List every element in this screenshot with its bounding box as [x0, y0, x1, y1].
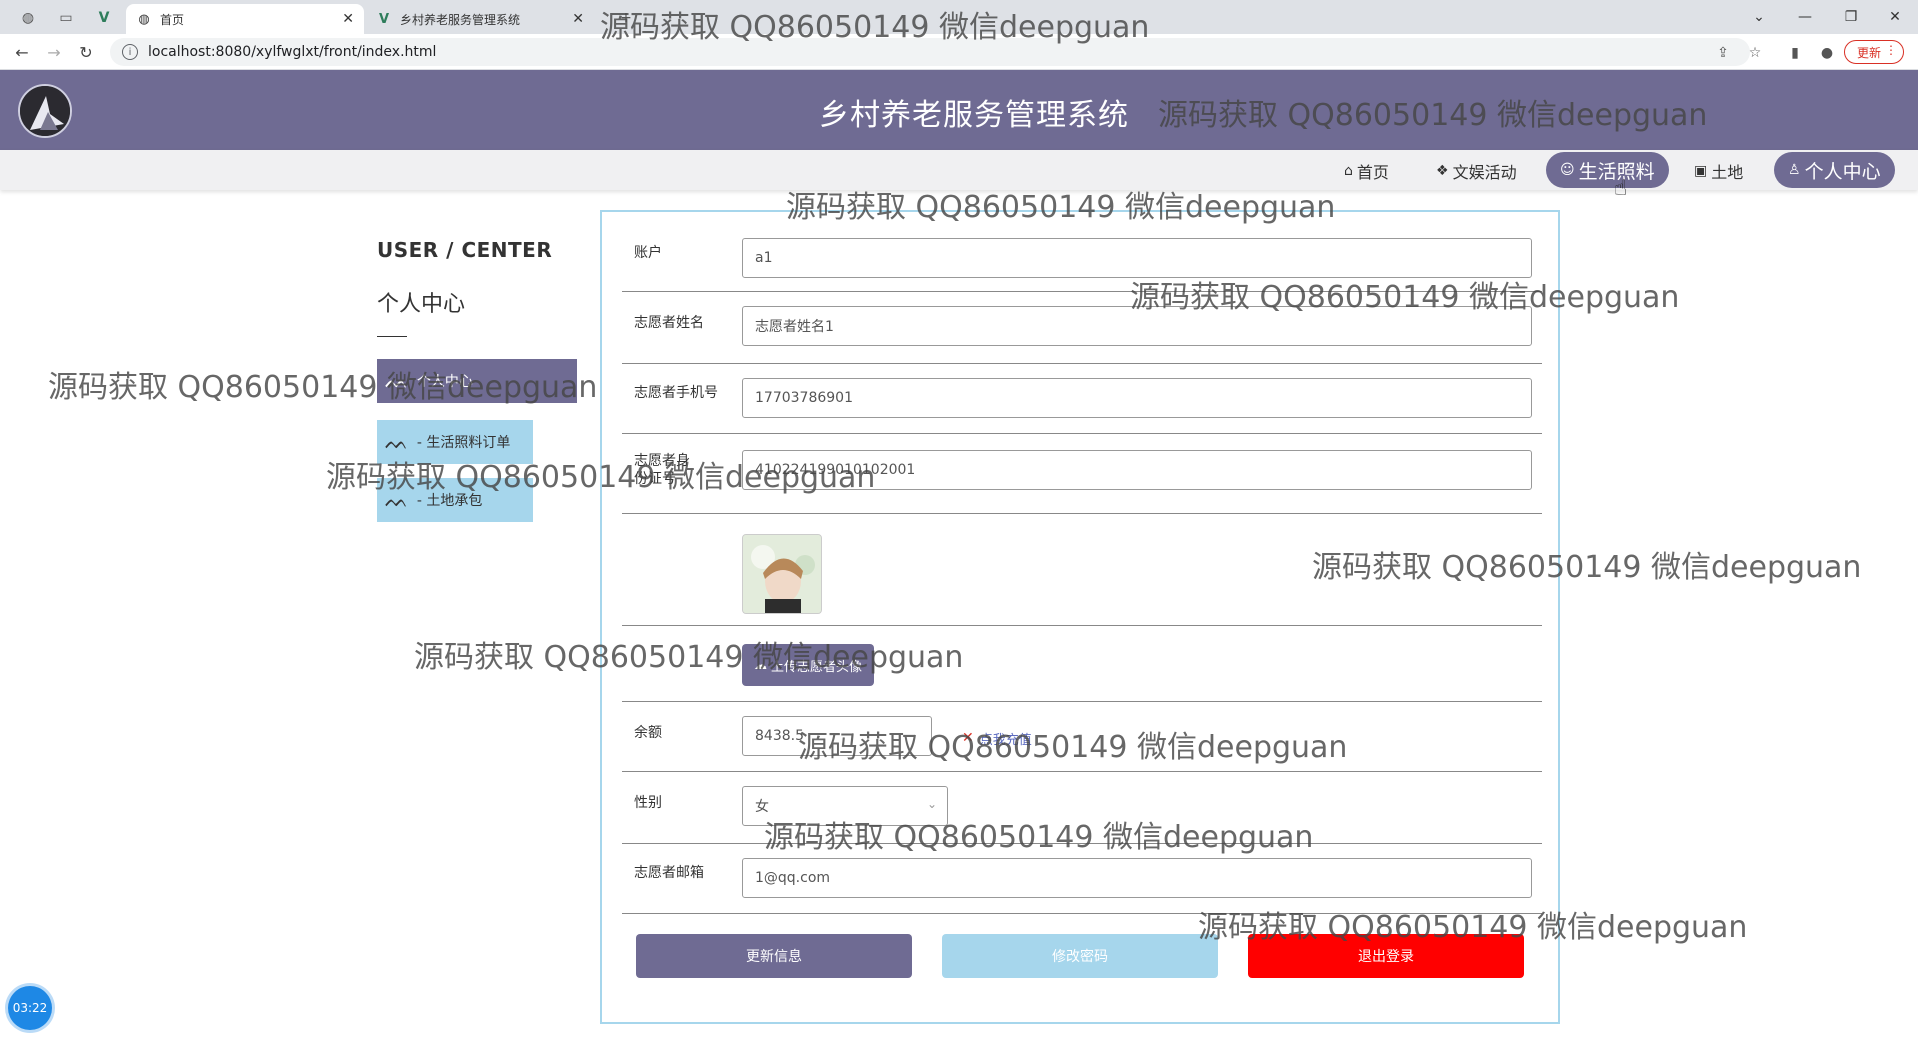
sidepanel-icon[interactable]: ▮: [1784, 42, 1806, 64]
form-row-balance: 余额 8438.5 ✕ 点我充值: [622, 702, 1542, 772]
logout-button[interactable]: 退出登录: [1248, 934, 1524, 978]
phone-input[interactable]: 17703786901: [742, 378, 1532, 418]
sidebar-item-label: - 生活照料订单: [416, 435, 511, 451]
flame-icon: ᨓ: [385, 488, 409, 512]
minimize-icon[interactable]: —: [1782, 4, 1828, 30]
nav-land[interactable]: ▣ 土地: [1694, 156, 1743, 186]
idcard-label: 志愿者身份证号: [634, 453, 690, 487]
share-icon[interactable]: ⇪: [1712, 42, 1734, 64]
name-label: 志愿者姓名: [634, 315, 704, 331]
tab-system[interactable]: V 乡村养老服务管理系统 ✕: [366, 4, 594, 34]
forward-icon[interactable]: →: [42, 40, 66, 64]
restore-icon[interactable]: ❐: [1828, 4, 1874, 30]
site-nav: ⌂ 首页 ❖ 文娱活动 ☺ 生活照料 ▣ 土地 ♙ 个人中心: [0, 150, 1918, 190]
sidebar-item-personal-center[interactable]: ᨓ 个人中心: [377, 359, 577, 403]
back-icon[interactable]: ←: [10, 40, 34, 64]
recharge-link[interactable]: ✕ 点我充值: [962, 728, 1032, 748]
sidebar-item-label: - 土地承包: [416, 493, 483, 509]
more-icon: ⋮: [1885, 43, 1897, 57]
care-icon: ☺: [1560, 162, 1575, 178]
gender-value: 女: [755, 799, 769, 815]
site-header: 乡村养老服务管理系统: [0, 70, 1918, 150]
phone-label: 志愿者手机号: [634, 385, 718, 401]
update-info-button[interactable]: 更新信息: [636, 934, 912, 978]
change-password-button[interactable]: 修改密码: [942, 934, 1218, 978]
nav-user-center[interactable]: ♙ 个人中心: [1774, 152, 1895, 188]
avatar-image: [742, 534, 822, 614]
chevron-down-icon: ⌄: [926, 797, 937, 811]
chevron-down-icon[interactable]: ⌄: [1736, 4, 1782, 30]
user-center-title: USER / CENTER: [377, 238, 553, 262]
divider: [377, 336, 407, 337]
close-window-icon[interactable]: ✕: [1872, 4, 1918, 30]
new-tab-icon[interactable]: +: [612, 6, 640, 30]
vue-icon[interactable]: V: [90, 6, 118, 30]
user-center-subtitle: 个人中心: [377, 292, 466, 317]
globe-icon[interactable]: ◍: [14, 6, 42, 30]
profile-form-panel: 账户 a1 志愿者姓名 志愿者姓名1 志愿者手机号 17703786901 志愿…: [600, 210, 1560, 1024]
sidebar-item-care-orders[interactable]: ᨓ - 生活照料订单: [377, 420, 533, 464]
home-icon: ⌂: [1344, 163, 1353, 179]
clock-badge: 03:22: [8, 986, 52, 1030]
url-field[interactable]: i localhost:8080/xylfwglxt/front/index.h…: [110, 38, 1750, 66]
flame-icon: ᨓ: [385, 369, 409, 393]
browser-tab-bar: ◍ ▭ V ◍ 首页 ✕ V 乡村养老服务管理系统 ✕ + ⌄ — ❐ ✕: [0, 0, 1918, 34]
flame-icon: ᨓ: [385, 430, 409, 454]
tab-home[interactable]: ◍ 首页 ✕: [126, 4, 364, 34]
info-icon[interactable]: i: [122, 44, 138, 60]
tab-label: 首页: [160, 12, 185, 27]
star-icon[interactable]: ☆: [1744, 42, 1766, 64]
form-row-name: 志愿者姓名 志愿者姓名1: [622, 292, 1542, 364]
cloud-upload-icon: ☁: [753, 657, 767, 673]
url-text: localhost:8080/xylfwglxt/front/index.htm…: [148, 44, 437, 60]
nav-home[interactable]: ⌂ 首页: [1344, 156, 1389, 186]
nav-user-center-label: 个人中心: [1804, 160, 1881, 183]
mouse-cursor-icon: ☝: [1614, 176, 1628, 201]
blank-tab-icon[interactable]: ▭: [52, 6, 80, 30]
reload-icon[interactable]: ↻: [74, 40, 98, 64]
form-row-gender: 性别 女 ⌄: [622, 772, 1542, 844]
user-icon: ♙: [1788, 162, 1801, 178]
balance-label: 余额: [634, 725, 662, 741]
idcard-input[interactable]: 410224199010102001: [742, 450, 1532, 490]
close-icon[interactable]: ✕: [342, 11, 354, 27]
form-row-account: 账户 a1: [622, 232, 1542, 292]
tab-label: 乡村养老服务管理系统: [400, 12, 521, 27]
site-title: 乡村养老服务管理系统: [819, 98, 1129, 133]
nav-life-care[interactable]: ☺ 生活照料: [1546, 152, 1669, 188]
form-row-idcard: 志愿者身份证号 410224199010102001: [622, 434, 1542, 514]
email-label: 志愿者邮箱: [634, 865, 704, 881]
email-input[interactable]: 1@qq.com: [742, 858, 1532, 898]
gender-select[interactable]: 女 ⌄: [742, 786, 948, 826]
balance-input[interactable]: 8438.5: [742, 716, 932, 756]
upload-label: 上传志愿者头像: [770, 659, 862, 675]
profile-icon[interactable]: ●: [1816, 42, 1838, 64]
form-row-avatar: [622, 514, 1542, 626]
sidebar-item-label: 个人中心: [416, 374, 473, 390]
vue-icon: V: [378, 11, 390, 27]
gift-icon: ▣: [1694, 163, 1708, 179]
nav-activities[interactable]: ❖ 文娱活动: [1436, 156, 1517, 186]
update-label: 更新: [1856, 45, 1881, 60]
recharge-label: 点我充值: [979, 732, 1032, 748]
close-circle-icon: ✕: [962, 730, 974, 746]
nav-land-label: 土地: [1711, 163, 1744, 182]
nav-activities-label: 文娱活动: [1452, 163, 1517, 182]
upload-avatar-button[interactable]: ☁ 上传志愿者头像: [742, 644, 874, 686]
update-button[interactable]: 更新 ⋮: [1843, 40, 1904, 64]
book-icon: ❖: [1436, 163, 1449, 179]
account-input[interactable]: a1: [742, 238, 1532, 278]
name-input[interactable]: 志愿者姓名1: [742, 306, 1532, 346]
sidebar-item-land-contract[interactable]: ᨓ - 土地承包: [377, 478, 533, 522]
form-row-upload: ☁ 上传志愿者头像: [622, 626, 1542, 702]
form-row-email: 志愿者邮箱 1@qq.com: [622, 844, 1542, 914]
nav-home-label: 首页: [1356, 163, 1389, 182]
globe-icon: ◍: [138, 11, 150, 27]
address-bar: ← → ↻ i localhost:8080/xylfwglxt/front/i…: [0, 34, 1918, 70]
account-label: 账户: [634, 245, 662, 261]
close-icon[interactable]: ✕: [572, 11, 584, 27]
gender-label: 性别: [634, 795, 662, 811]
form-row-phone: 志愿者手机号 17703786901: [622, 364, 1542, 434]
